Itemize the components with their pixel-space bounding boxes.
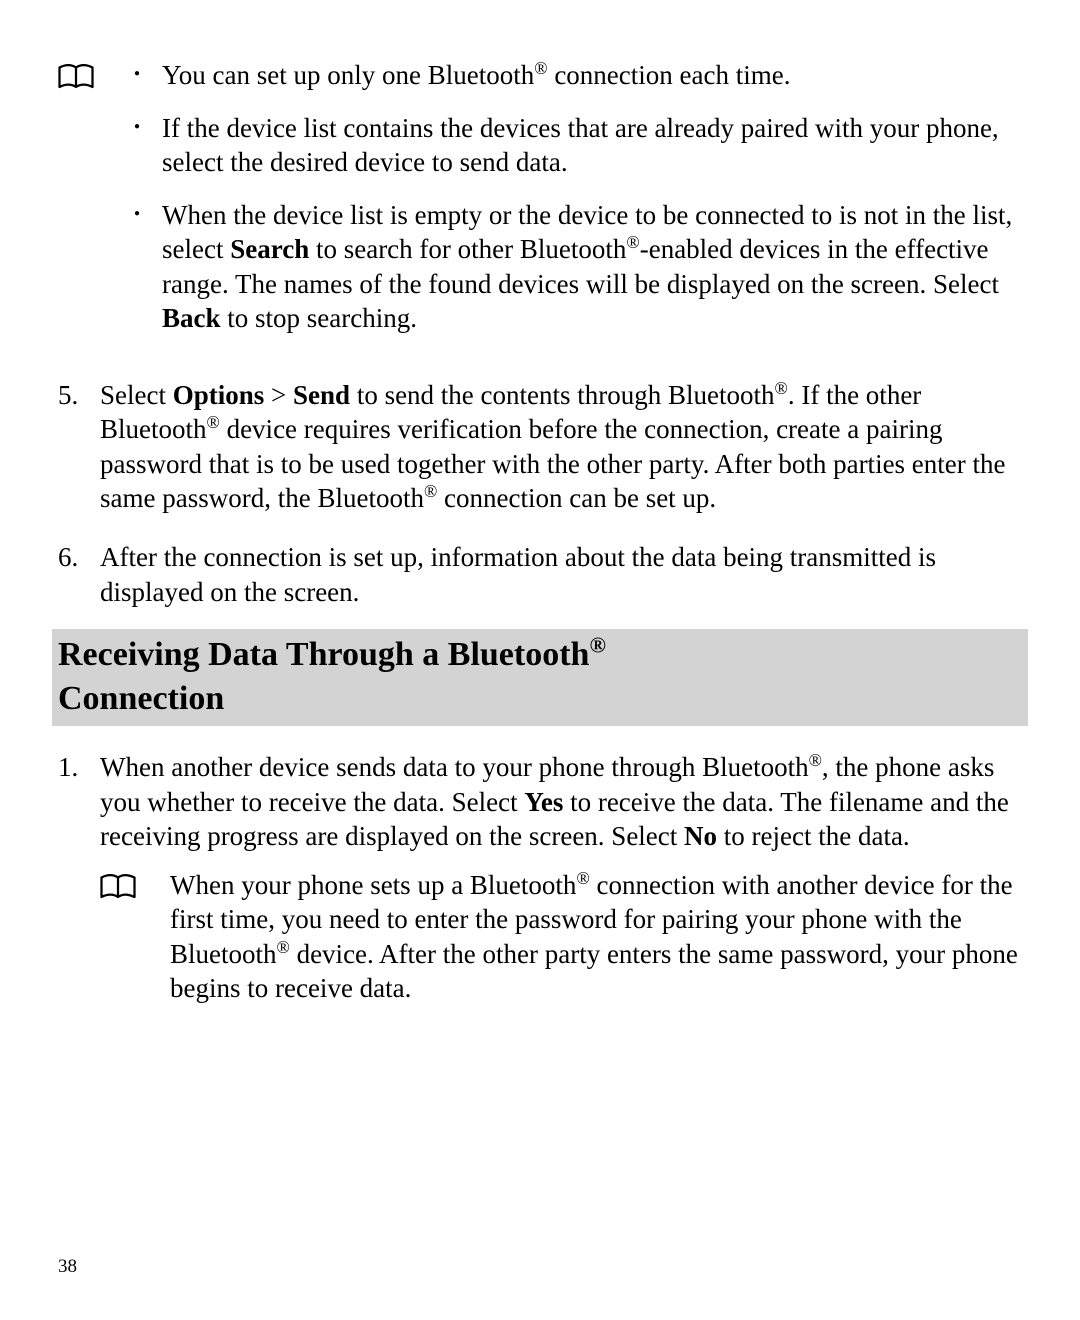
note-body-1: You can set up only one Bluetooth® conne… <box>128 58 1022 354</box>
text: to search for other Bluetooth <box>309 234 626 264</box>
reg-mark: ® <box>809 750 822 770</box>
book-icon <box>58 64 128 92</box>
text: to reject the data. <box>717 821 910 851</box>
reg-mark: ® <box>424 481 437 501</box>
steps-list: 5. Select Options > Send to send the con… <box>58 378 1022 609</box>
text: If the device list contains the devices … <box>162 113 999 178</box>
note-bullet-list: You can set up only one Bluetooth® conne… <box>128 58 1022 336</box>
reg-mark: ® <box>277 937 290 957</box>
reg-mark: ® <box>775 378 788 398</box>
step-number: 1. <box>58 750 78 785</box>
reg-mark: ® <box>207 412 220 432</box>
reg-mark: ® <box>626 232 639 252</box>
bold-yes: Yes <box>524 787 563 817</box>
text: When your phone sets up a Bluetooth <box>170 870 576 900</box>
note-block-2: When your phone sets up a Bluetooth® con… <box>100 868 1022 1006</box>
note-body-2: When your phone sets up a Bluetooth® con… <box>170 868 1022 1006</box>
text: Select <box>100 380 173 410</box>
note-block-1: You can set up only one Bluetooth® conne… <box>58 58 1022 354</box>
bold-send: Send <box>293 380 350 410</box>
text: You can set up only one Bluetooth <box>162 60 534 90</box>
note-icon-col <box>100 868 170 902</box>
receiving-steps: 1. When another device sends data to you… <box>58 750 1022 854</box>
reg-mark: ® <box>589 633 606 658</box>
text: connection each time. <box>548 60 791 90</box>
page-number: 38 <box>58 1256 77 1278</box>
text: > <box>264 380 293 410</box>
reg-mark: ® <box>534 58 547 78</box>
bold-back: Back <box>162 303 221 333</box>
book-icon <box>100 874 170 902</box>
section-heading: Receiving Data Through a Bluetooth® Conn… <box>52 629 1028 726</box>
step-5: 5. Select Options > Send to send the con… <box>58 378 1022 516</box>
step-number: 6. <box>58 540 78 575</box>
reg-mark: ® <box>576 868 589 888</box>
recv-step-1: 1. When another device sends data to you… <box>58 750 1022 854</box>
text: When another device sends data to your p… <box>100 752 809 782</box>
text: device. After the other party enters the… <box>170 939 1018 1004</box>
note-icon-col <box>58 58 128 92</box>
manual-page: You can set up only one Bluetooth® conne… <box>0 0 1080 1320</box>
bullet-item: You can set up only one Bluetooth® conne… <box>128 58 1022 93</box>
step-number: 5. <box>58 378 78 413</box>
bold-no: No <box>684 821 717 851</box>
bold-options: Options <box>173 380 265 410</box>
bullet-item: If the device list contains the devices … <box>128 111 1022 180</box>
bold-search: Search <box>230 234 309 264</box>
text: to send the contents through Bluetooth <box>350 380 774 410</box>
text: After the connection is set up, informat… <box>100 542 936 607</box>
step-6: 6. After the connection is set up, infor… <box>58 540 1022 609</box>
heading-line2: Connection <box>58 680 224 717</box>
text: to stop searching. <box>221 303 417 333</box>
bullet-item: When the device list is empty or the dev… <box>128 198 1022 336</box>
text: connection can be set up. <box>437 483 716 513</box>
heading-line1: Receiving Data Through a Bluetooth <box>58 636 589 673</box>
